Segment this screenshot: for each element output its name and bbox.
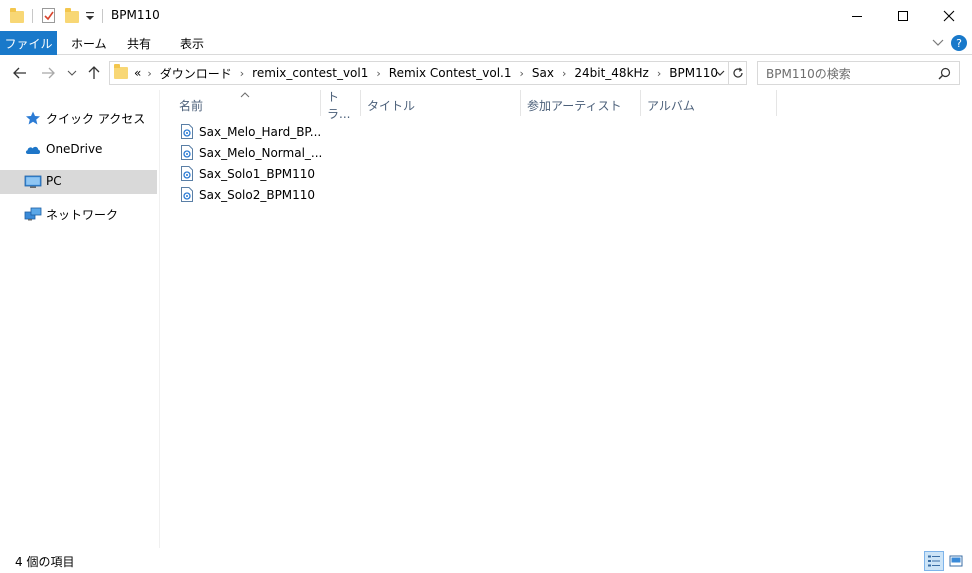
large-icons-view-button[interactable] xyxy=(946,551,966,571)
chevron-right-icon[interactable]: › xyxy=(519,67,523,80)
network-icon xyxy=(24,207,42,221)
audio-file-icon xyxy=(181,187,193,202)
nav-item-quick-access[interactable]: クイック アクセス xyxy=(0,106,157,130)
up-button[interactable] xyxy=(85,63,103,83)
file-row[interactable]: Sax_Solo2_BPM110 xyxy=(178,185,318,205)
separator xyxy=(32,9,33,23)
search-icon xyxy=(938,67,951,80)
close-button[interactable] xyxy=(926,0,972,31)
window-title: BPM110 xyxy=(111,8,160,22)
maximize-icon xyxy=(898,10,908,21)
breadcrumb-item[interactable]: 24bit_48kHz xyxy=(574,66,648,80)
navigation-pane: クイック アクセス OneDrive PC ネットワーク xyxy=(0,90,160,550)
file-name: Sax_Solo2_BPM110 xyxy=(199,188,316,202)
breadcrumb-overflow[interactable]: « xyxy=(134,66,141,80)
chevron-down-icon xyxy=(67,70,77,76)
help-icon[interactable]: ? xyxy=(951,35,967,51)
chevron-right-icon[interactable]: › xyxy=(562,67,566,80)
ribbon: ファイル ホーム 共有 表示 ? xyxy=(0,31,972,55)
pane-divider[interactable] xyxy=(159,90,160,548)
close-icon xyxy=(943,10,955,21)
minimize-icon xyxy=(852,15,862,17)
status-bar: 4 個の項目 xyxy=(0,549,972,573)
arrow-right-icon xyxy=(42,67,55,79)
computer-icon xyxy=(24,175,42,188)
back-button[interactable] xyxy=(10,63,30,83)
nav-item-label: OneDrive xyxy=(46,142,103,156)
tab-view[interactable]: 表示 xyxy=(180,31,204,55)
details-view-button[interactable] xyxy=(924,551,944,571)
expand-ribbon-button[interactable] xyxy=(932,37,944,51)
arrow-left-icon xyxy=(13,67,26,79)
audio-file-icon xyxy=(181,145,193,160)
properties-icon[interactable] xyxy=(42,8,55,23)
breadcrumb-item[interactable]: BPM110 xyxy=(669,66,718,80)
chevron-down-icon xyxy=(932,39,944,46)
folder-icon xyxy=(10,8,24,23)
audio-file-icon xyxy=(181,166,193,181)
search-placeholder: BPM110の検索 xyxy=(766,66,851,81)
nav-item-label: PC xyxy=(46,174,62,188)
file-name: Sax_Melo_Hard_BP... xyxy=(199,125,322,139)
address-history-dropdown[interactable] xyxy=(714,67,726,82)
address-bar[interactable]: « › ダウンロード › remix_contest_vol1 › Remix … xyxy=(109,61,729,85)
file-row[interactable]: Sax_Melo_Normal_... xyxy=(178,143,322,163)
column-header-album[interactable]: アルバム xyxy=(641,94,776,116)
chevron-right-icon[interactable]: › xyxy=(240,67,244,80)
separator xyxy=(102,9,103,23)
chevron-right-icon[interactable]: › xyxy=(147,67,151,80)
breadcrumb-item[interactable]: Remix Contest_vol.1 xyxy=(389,66,512,80)
chevron-right-icon[interactable]: › xyxy=(657,67,661,80)
star-icon xyxy=(26,111,40,125)
column-header-artist[interactable]: 参加アーティスト xyxy=(521,94,640,116)
chevron-right-icon[interactable]: › xyxy=(376,67,380,80)
arrow-up-icon xyxy=(88,66,100,79)
audio-file-icon xyxy=(181,124,193,139)
breadcrumb-item[interactable]: Sax xyxy=(532,66,554,80)
details-view-icon xyxy=(928,555,940,567)
title-bar: BPM110 xyxy=(0,0,972,31)
nav-item-network[interactable]: ネットワーク xyxy=(0,202,157,226)
breadcrumb-item[interactable]: remix_contest_vol1 xyxy=(252,66,368,80)
breadcrumb-item[interactable]: ダウンロード xyxy=(160,65,232,82)
column-header-name[interactable]: 名前 xyxy=(173,94,320,116)
folder-icon xyxy=(114,64,128,79)
column-header-title[interactable]: タイトル xyxy=(361,94,520,116)
file-row[interactable]: Sax_Melo_Hard_BP... xyxy=(178,122,322,142)
minimize-button[interactable] xyxy=(834,0,880,31)
file-name: Sax_Melo_Normal_... xyxy=(199,146,323,160)
cloud-icon xyxy=(25,146,41,154)
file-name: Sax_Solo1_BPM110 xyxy=(199,167,316,181)
item-count: 4 個の項目 xyxy=(15,555,75,569)
maximize-button[interactable] xyxy=(880,0,926,31)
chevron-down-icon xyxy=(715,70,725,76)
breadcrumb: « › ダウンロード › remix_contest_vol1 › Remix … xyxy=(134,65,718,82)
nav-item-label: ネットワーク xyxy=(46,208,119,222)
nav-item-label: クイック アクセス xyxy=(46,112,146,126)
refresh-button[interactable] xyxy=(729,61,747,85)
customize-quick-access-dropdown[interactable] xyxy=(85,10,95,22)
search-input[interactable]: BPM110の検索 xyxy=(757,61,960,85)
tab-file[interactable]: ファイル xyxy=(0,31,57,55)
column-divider[interactable] xyxy=(776,90,777,116)
forward-button[interactable] xyxy=(38,63,58,83)
tab-home[interactable]: ホーム xyxy=(71,31,107,55)
refresh-icon xyxy=(732,67,743,78)
tab-share[interactable]: 共有 xyxy=(127,31,151,55)
column-header-track[interactable]: トラ... xyxy=(321,90,360,121)
nav-item-pc[interactable]: PC xyxy=(0,170,157,194)
file-row[interactable]: Sax_Solo1_BPM110 xyxy=(178,164,318,184)
nav-item-onedrive[interactable]: OneDrive xyxy=(0,138,157,162)
new-folder-icon[interactable] xyxy=(65,8,79,23)
large-icons-view-icon xyxy=(949,555,963,567)
recent-locations-button[interactable] xyxy=(64,63,80,83)
